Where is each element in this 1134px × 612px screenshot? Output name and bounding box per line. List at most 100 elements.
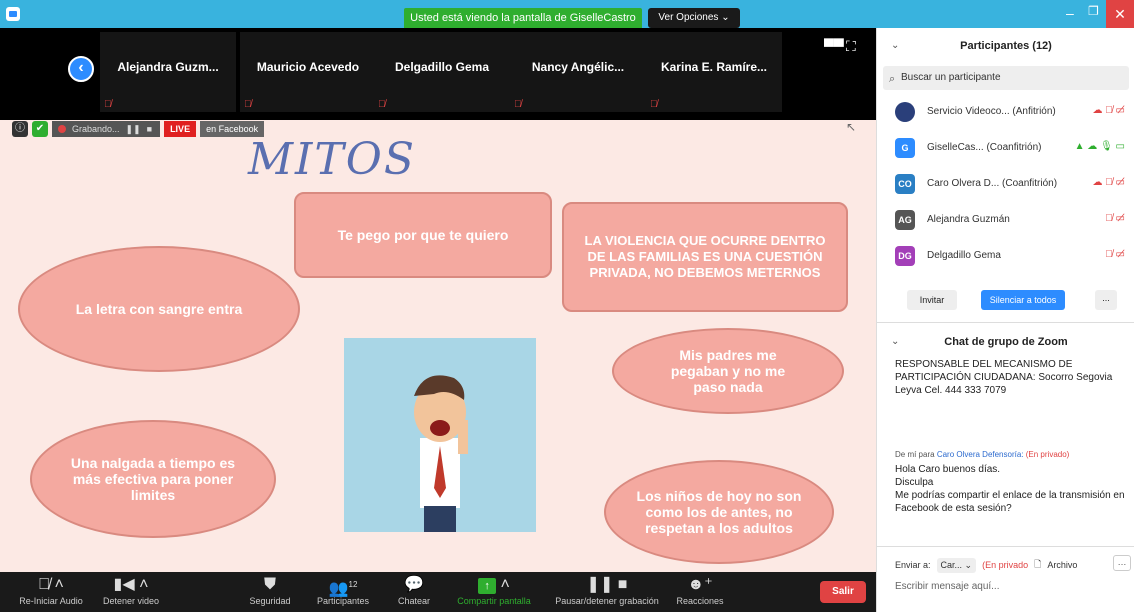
participant-tile-name: Karina E. Ramíre... (660, 60, 768, 74)
file-button[interactable]: Archivo (1047, 560, 1077, 570)
thought-bubble: La letra con sangre entra (18, 246, 300, 372)
recording-dot-icon (58, 125, 66, 133)
live-platform: en Facebook (200, 121, 265, 137)
participant-row[interactable]: DG Delgadillo Gema 🎙̸ ▭̸ (877, 240, 1134, 274)
chat-header: ⌄ Chat de grupo de Zoom (877, 328, 1134, 354)
previous-page-button[interactable]: ‹ (68, 56, 94, 82)
participant-row[interactable]: AG Alejandra Guzmán 🎙̸ ▭̸ (877, 204, 1134, 238)
participant-row[interactable]: CO Caro Olvera D... (Coanfitrión) ☁ 🎙̸ ▭… (877, 168, 1134, 202)
invite-button[interactable]: Invitar (907, 290, 957, 310)
chat-message-input[interactable]: Escribir mensaje aquí... (895, 581, 1000, 592)
reactions-button[interactable]: ☻⁺ Reacciones (674, 574, 726, 606)
more-options-button[interactable]: ... (1095, 290, 1117, 310)
participant-status-icons: ☁ 🎙̸ ▭̸ (1092, 105, 1125, 116)
avatar: DG (895, 246, 915, 266)
camera-icon: ▮◀ ˄ (113, 576, 149, 593)
shared-screen: MITOS ↖ Te pego por que te quiero LA VIO… (0, 120, 876, 572)
participant-tile[interactable]: Nancy Angélic... 🎙̸ (510, 32, 646, 112)
maximize-icon[interactable]: ❐ (1088, 4, 1099, 18)
illustration-image (344, 338, 536, 532)
avatar (895, 102, 915, 122)
chat-footer: Enviar a: Car... ⌄ (En privado 🗋 Archivo… (877, 546, 1134, 612)
send-to-row: Enviar a: Car... ⌄ (En privado 🗋 Archivo (895, 557, 1077, 573)
title-bar: Usted está viendo la pantalla de Giselle… (0, 0, 1134, 28)
participants-button[interactable]: 👥12 Participantes (312, 574, 374, 606)
avatar: G (895, 138, 915, 158)
thought-bubble: Una nalgada a tiempo es más efectiva par… (30, 420, 276, 538)
participant-tile-name: Delgadillo Gema (394, 60, 490, 74)
participant-tile-name: Mauricio Acevedo (256, 60, 360, 74)
speech-bubble: Te pego por que te quiero (294, 192, 552, 278)
view-options-button[interactable]: Ver Opciones ⌄ (648, 8, 740, 28)
video-button[interactable]: ▮◀ ˄ Detener video (94, 574, 168, 606)
chat-icon: 💬 (404, 576, 424, 593)
participant-tile-name: Nancy Angélic... (531, 60, 625, 74)
security-button[interactable]: ⛊ Seguridad (244, 574, 296, 606)
pause-icon[interactable]: ❚❚ (126, 121, 141, 137)
participant-status-icons: 🎙̸ ▭̸ (1105, 249, 1125, 260)
viewing-screen-banner: Usted está viendo la pantalla de Giselle… (404, 8, 642, 28)
stop-icon[interactable]: ■ (147, 121, 152, 137)
participant-tile-name: Alejandra Guzm... (117, 60, 219, 74)
participants-header: ⌄ Participantes (12) (877, 28, 1134, 64)
mute-all-button[interactable]: Silenciar a todos (981, 290, 1065, 310)
chat-button[interactable]: 💬 Chatear (392, 574, 436, 606)
participant-status-icons: 🎙̸ ▭̸ (1105, 213, 1125, 224)
chat-message: RESPONSABLE DEL MECANISMO DE PARTICIPACI… (895, 359, 1113, 396)
cursor-icon: ↖ (846, 120, 857, 134)
participant-row[interactable]: G GiselleCas... (Coanfitrión) ▲ ☁ 🎙 ▭ (877, 132, 1134, 166)
muted-mic-icon: 🎙̸ (244, 99, 252, 110)
info-icon[interactable]: ⓘ (12, 121, 28, 137)
chat-message-meta: De mí para Caro Olvera Defensoría: (En p… (895, 450, 1070, 459)
slide-title: MITOS (248, 134, 416, 185)
participant-row[interactable]: Servicio Videoco... (Anfitrión) ☁ 🎙̸ ▭̸ (877, 96, 1134, 130)
participant-status-icons: ▲ ☁ 🎙 ▭ (1074, 141, 1125, 152)
fullscreen-icon[interactable]: ⛶ (846, 38, 856, 55)
minimize-icon[interactable]: – (1066, 5, 1074, 21)
close-icon[interactable]: ✕ (1106, 0, 1134, 28)
audio-button[interactable]: 🎙̸ ˄ Re-Iniciar Audio (14, 574, 88, 606)
shield-icon[interactable]: ✔ (32, 121, 48, 137)
recipient-select[interactable]: Car... ⌄ (936, 557, 977, 573)
recording-button[interactable]: ❚❚ ■ Pausar/detener grabación (546, 574, 668, 606)
search-icon: ⌕ (889, 73, 896, 85)
participant-tile[interactable]: Delgadillo Gema 🎙̸ (374, 32, 510, 112)
side-panel: ⌄ Participantes (12) ⌕ Buscar un partici… (876, 28, 1134, 612)
share-screen-icon: ↑ ˄ (450, 574, 538, 596)
muted-mic-icon: 🎙̸ ˄ (38, 576, 64, 593)
leave-button[interactable]: Salir (820, 581, 866, 603)
panel-divider (877, 322, 1134, 323)
chat-more-button[interactable]: … (1113, 555, 1131, 571)
muted-mic-icon: 🎙̸ (378, 99, 386, 110)
emoji-icon: ☻⁺ (687, 576, 713, 593)
recording-pill[interactable]: Grabando... ❚❚ ■ (52, 121, 161, 137)
participant-list: Servicio Videoco... (Anfitrión) ☁ 🎙̸ ▭̸ … (877, 96, 1134, 274)
thought-bubble: Los niños de hoy no son como los de ante… (604, 460, 834, 564)
participant-strip: ‹ Alejandra Guzm... 🎙̸ Mauricio Acevedo … (0, 28, 876, 120)
recording-indicators: ⓘ ✔ Grabando... ❚❚ ■ LIVE en Facebook (12, 121, 265, 137)
participants-icon: 👥12 (328, 580, 358, 598)
speech-bubble: LA VIOLENCIA QUE OCURRE DENTRO DE LAS FA… (562, 202, 848, 312)
participant-tile[interactable]: Mauricio Acevedo 🎙̸ (240, 32, 376, 112)
zoom-window: Usted está viendo la pantalla de Giselle… (0, 0, 1134, 612)
avatar: AG (895, 210, 915, 230)
avatar: CO (895, 174, 915, 194)
muted-mic-icon: 🎙̸ (514, 99, 522, 110)
speech-bubble: Mis padres me pegaban y no me paso nada (612, 328, 844, 414)
participant-tile[interactable]: Alejandra Guzm... 🎙̸ (100, 32, 236, 112)
muted-mic-icon: 🎙̸ (104, 99, 112, 110)
chat-title: Chat de grupo de Zoom (944, 336, 1068, 348)
live-badge[interactable]: LIVE (164, 121, 197, 137)
participant-status-icons: ☁ 🎙̸ ▭̸ (1092, 177, 1125, 188)
zoom-app-icon (6, 7, 20, 21)
recording-status: Grabando... (72, 124, 120, 134)
chat-message: De mí para Caro Olvera Defensoría: (En p… (895, 448, 1127, 515)
private-label: (En privado (982, 560, 1029, 570)
participant-tile[interactable]: Karina E. Ramíre... 🎙̸ (646, 32, 782, 112)
layout-icon[interactable]: ▀▀ (824, 38, 844, 54)
participant-search-input[interactable]: ⌕ Buscar un participante (883, 66, 1129, 90)
file-icon[interactable]: 🗋 (1034, 557, 1041, 573)
meeting-toolbar: 🎙̸ ˄ Re-Iniciar Audio ▮◀ ˄ Detener video… (0, 572, 876, 612)
pause-stop-icon: ❚❚ ■ (586, 576, 628, 593)
share-screen-button[interactable]: ↑ ˄ Compartir pantalla (450, 574, 538, 606)
